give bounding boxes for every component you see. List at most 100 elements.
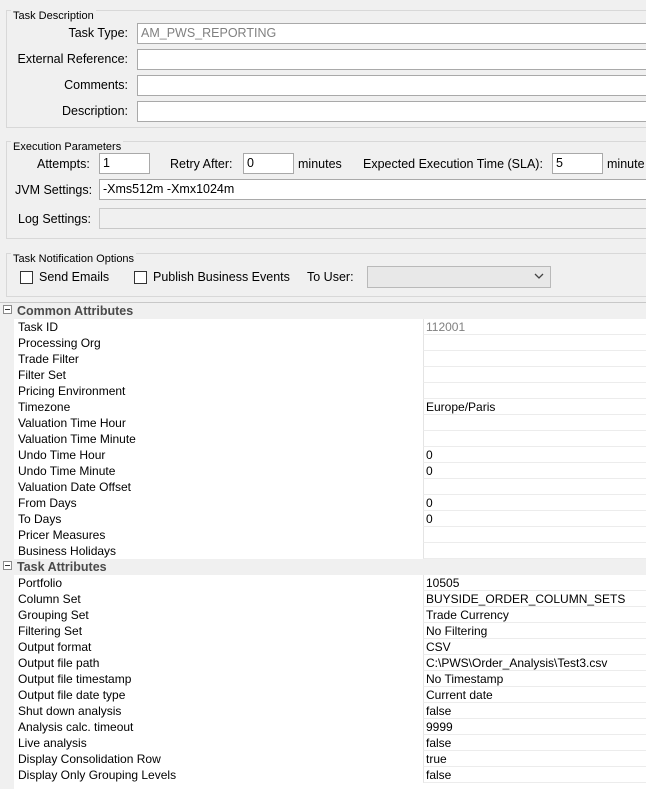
property-value[interactable]: Europe/Paris [423, 399, 646, 415]
property-row[interactable]: Undo Time Minute 0 [0, 463, 646, 479]
property-sections: Common Attributes Task ID 112001 Processing… [0, 303, 646, 783]
property-row[interactable]: Portfolio 10505 [0, 575, 646, 591]
property-name: Live analysis [18, 736, 87, 750]
property-row[interactable]: Output file path C:\PWS\Order_Analysis\Te… [0, 655, 646, 671]
property-value[interactable] [423, 335, 646, 351]
log-settings-field[interactable] [99, 208, 646, 229]
property-row[interactable]: Business Holidays [0, 543, 646, 559]
property-name: From Days [18, 496, 77, 510]
property-value[interactable]: 9999 [423, 719, 646, 735]
description-field[interactable] [137, 101, 646, 122]
task-type-label: Task Type: [68, 26, 128, 40]
attempts-label: Attempts: [37, 157, 90, 171]
property-name: Shut down analysis [18, 704, 122, 718]
property-value[interactable]: 112001 [423, 319, 646, 335]
sla-field[interactable]: 5 [552, 153, 603, 174]
property-value[interactable] [423, 383, 646, 399]
property-row[interactable]: Analysis calc. timeout 9999 [0, 719, 646, 735]
property-row[interactable]: Valuation Time Minute [0, 431, 646, 447]
property-row[interactable]: Pricing Environment [0, 383, 646, 399]
property-name: Display Consolidation Row [18, 752, 161, 766]
property-value[interactable]: BUYSIDE_ORDER_COLUMN_SETS [423, 591, 646, 607]
property-value[interactable] [423, 527, 646, 543]
section-title: Task Attributes [17, 560, 107, 574]
property-row[interactable]: Output format CSV [0, 639, 646, 655]
property-name: Processing Org [18, 336, 101, 350]
property-row[interactable]: Shut down analysis false [0, 703, 646, 719]
property-name: Output file date type [18, 688, 126, 702]
property-value[interactable]: CSV [423, 639, 646, 655]
property-name: Portfolio [18, 576, 63, 590]
jvm-settings-label: JVM Settings: [15, 183, 93, 197]
property-value[interactable]: 0 [423, 495, 646, 511]
property-row[interactable]: Valuation Date Offset [0, 479, 646, 495]
property-row[interactable]: Display Only Grouping Levels false [0, 767, 646, 783]
to-user-label: To User: [307, 270, 354, 284]
collapse-icon[interactable] [3, 561, 12, 570]
jvm-settings-field[interactable]: -Xms512m -Xmx1024m [99, 179, 646, 200]
property-name: Timezone [18, 400, 71, 414]
property-row[interactable]: Display Consolidation Row true [0, 751, 646, 767]
notification-legend: Task Notification Options [11, 253, 137, 265]
property-name: Undo Time Hour [18, 448, 106, 462]
comments-label: Comments: [64, 78, 128, 92]
property-name: Grouping Set [18, 608, 89, 622]
property-row[interactable]: Grouping Set Trade Currency [0, 607, 646, 623]
property-row[interactable]: From Days 0 [0, 495, 646, 511]
property-name: Task ID [18, 320, 59, 334]
property-value[interactable]: 0 [423, 463, 646, 479]
property-value[interactable]: false [423, 767, 646, 783]
property-row[interactable]: To Days 0 [0, 511, 646, 527]
property-name: Pricing Environment [18, 384, 126, 398]
chevron-down-icon [534, 273, 544, 279]
retry-after-field[interactable]: 0 [243, 153, 294, 174]
property-value[interactable]: 0 [423, 511, 646, 527]
attempts-field[interactable]: 1 [99, 153, 150, 174]
property-row[interactable]: Column Set BUYSIDE_ORDER_COLUMN_SETS [0, 591, 646, 607]
property-row[interactable]: Undo Time Hour 0 [0, 447, 646, 463]
publish-events-checkbox[interactable] [134, 271, 147, 284]
section-header[interactable]: Common Attributes [0, 303, 646, 319]
property-row[interactable]: Output file timestamp No Timestamp [0, 671, 646, 687]
property-name: Trade Filter [18, 352, 79, 366]
property-row[interactable]: Output file date type Current date [0, 687, 646, 703]
to-user-select[interactable] [367, 266, 551, 288]
property-value[interactable]: No Timestamp [423, 671, 646, 687]
property-row[interactable]: Trade Filter [0, 351, 646, 367]
property-row[interactable]: Filtering Set No Filtering [0, 623, 646, 639]
property-row[interactable]: Valuation Time Hour [0, 415, 646, 431]
property-value[interactable] [423, 543, 646, 559]
property-value[interactable]: 10505 [423, 575, 646, 591]
property-row[interactable]: Timezone Europe/Paris [0, 399, 646, 415]
external-reference-field[interactable] [137, 49, 646, 70]
property-value[interactable]: No Filtering [423, 623, 646, 639]
collapse-icon[interactable] [3, 305, 12, 314]
property-value[interactable]: C:\PWS\Order_Analysis\Test3.csv [423, 655, 646, 671]
property-value[interactable]: Current date [423, 687, 646, 703]
property-name: Valuation Date Offset [18, 480, 131, 494]
property-row[interactable]: Processing Org [0, 335, 646, 351]
task-type-field[interactable]: AM_PWS_REPORTING [137, 23, 646, 44]
send-emails-checkbox[interactable] [20, 271, 33, 284]
property-value[interactable]: Trade Currency [423, 607, 646, 623]
property-value[interactable] [423, 479, 646, 495]
property-value[interactable]: 0 [423, 447, 646, 463]
property-name: Analysis calc. timeout [18, 720, 134, 734]
property-value[interactable] [423, 415, 646, 431]
property-value[interactable] [423, 431, 646, 447]
property-row[interactable]: Filter Set [0, 367, 646, 383]
property-row[interactable]: Task ID 112001 [0, 319, 646, 335]
property-value[interactable] [423, 351, 646, 367]
comments-field[interactable] [137, 75, 646, 96]
property-row[interactable]: Live analysis false [0, 735, 646, 751]
execution-parameters-legend: Execution Parameters [11, 141, 124, 153]
property-value[interactable]: false [423, 703, 646, 719]
property-value[interactable]: false [423, 735, 646, 751]
section-header[interactable]: Task Attributes [0, 559, 646, 575]
property-value[interactable]: true [423, 751, 646, 767]
property-row[interactable]: Pricer Measures [0, 527, 646, 543]
property-name: Undo Time Minute [18, 464, 116, 478]
property-value[interactable] [423, 367, 646, 383]
property-name: Column Set [18, 592, 81, 606]
property-name: Output format [18, 640, 92, 654]
